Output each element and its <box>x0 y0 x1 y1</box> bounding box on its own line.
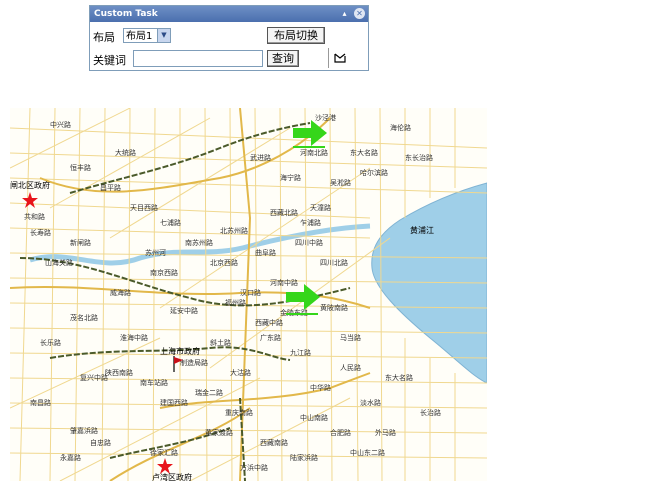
road-label: 复兴中路 <box>80 374 108 382</box>
road-label: 建国西路 <box>160 399 188 407</box>
road-label: 曲阜路 <box>255 249 276 257</box>
keyword-label: 关键词 <box>93 54 126 67</box>
layout-switch-button[interactable]: 布局切换 <box>267 27 325 44</box>
road-label: 人民路 <box>340 364 361 372</box>
road-label: 陕西南路 <box>105 369 133 377</box>
road-label: 长寿路 <box>30 229 51 237</box>
map-view[interactable]: 黄浦江 中兴路 共和路 天目西路 北京西路 南京西路 延安中路 淮海中路 复兴中… <box>10 108 487 481</box>
road-label: 中华路 <box>310 384 331 392</box>
road-label: 黄陂南路 <box>320 304 348 312</box>
place-label: 闸北区政府 <box>10 181 50 190</box>
panel-title: Custom Task <box>94 9 158 19</box>
red-star-icon[interactable] <box>22 192 38 208</box>
mail-icon-container[interactable] <box>328 48 350 68</box>
road-label: 四川北路 <box>320 259 348 267</box>
road-label: 吴淞路 <box>330 179 351 187</box>
road-label: 肇嘉浜路 <box>70 427 98 435</box>
road-label: 合肥路 <box>330 429 351 437</box>
layout-select-value: 布局1 <box>126 31 153 42</box>
search-button[interactable]: 查询 <box>267 50 299 67</box>
road-label: 威海路 <box>110 289 131 297</box>
road-label: 淮海中路 <box>120 334 148 342</box>
road-label: 九江路 <box>290 349 311 357</box>
road-label: 昌平路 <box>100 184 121 192</box>
road-label: 汉口路 <box>240 289 261 297</box>
road-label: 茂名北路 <box>70 314 98 322</box>
road-label: 大沽路 <box>230 369 251 377</box>
road-label: 天目西路 <box>130 204 158 212</box>
road-label: 恒丰路 <box>70 164 91 172</box>
road-label: 共和路 <box>24 213 45 221</box>
road-label: 乍浦路 <box>300 219 321 227</box>
road-label: 海宁路 <box>280 174 301 182</box>
road-label: 大统路 <box>115 149 136 157</box>
layout-select[interactable]: 布局1 ▼ <box>123 28 171 43</box>
road-label: 南车站路 <box>140 379 168 387</box>
keyword-input[interactable] <box>133 50 263 67</box>
panel-header: Custom Task ▴ ✕ <box>90 6 368 22</box>
road-label: 北苏州路 <box>220 227 248 235</box>
mail-icon[interactable] <box>334 53 346 63</box>
road-label: 广东路 <box>260 334 281 342</box>
road-label: 新闸路 <box>70 239 91 247</box>
chevron-down-icon[interactable]: ▼ <box>157 29 170 42</box>
road-label: 武进路 <box>250 154 271 162</box>
road-label: 延安中路 <box>170 307 198 315</box>
road-label: 董家渡路 <box>205 429 233 437</box>
road-label: 长乐路 <box>40 339 61 347</box>
road-label: 四川中路 <box>295 239 323 247</box>
collapse-icon[interactable]: ▴ <box>339 8 350 19</box>
place-label: 上海市政府 <box>160 347 200 356</box>
road-label: 外马路 <box>375 429 396 437</box>
river-label: 黄浦江 <box>410 225 434 235</box>
road-label: 斜土路 <box>210 339 231 347</box>
road-label: 南苏州路 <box>185 239 213 247</box>
road-label: 西藏北路 <box>270 209 298 217</box>
road-label: 马当路 <box>340 334 361 342</box>
road-label: 东大名路 <box>350 149 378 157</box>
road-label: 山海关路 <box>45 259 73 267</box>
road-label: 南昌路 <box>30 399 51 407</box>
road-label: 重庆南路 <box>225 409 253 417</box>
road-label: 福州路 <box>225 299 246 307</box>
road-label: 南京西路 <box>150 269 178 277</box>
layout-label: 布局 <box>93 31 115 44</box>
road-label: 瑞金二路 <box>195 389 223 397</box>
road-label: 七浦路 <box>160 219 181 227</box>
road-label: 天潼路 <box>310 204 331 212</box>
road-label: 西藏南路 <box>260 439 288 447</box>
road-label: 西藏中路 <box>255 319 283 327</box>
custom-task-panel: Custom Task ▴ ✕ 布局 布局1 ▼ 布局切换 关键词 查询 <box>89 5 369 71</box>
road-label: 长治路 <box>420 409 441 417</box>
road-label: 淡水路 <box>360 399 381 407</box>
road-label: 自忠路 <box>90 439 111 447</box>
close-icon[interactable]: ✕ <box>354 8 365 19</box>
road-label: 河南北路 <box>300 149 328 157</box>
red-flag-icon[interactable] <box>172 356 184 372</box>
road-label: 东长治路 <box>405 154 433 162</box>
road-label: 苏州河 <box>145 249 166 257</box>
road-label: 永嘉路 <box>60 454 81 462</box>
road-label: 海伦路 <box>390 124 411 132</box>
road-label: 中山南路 <box>300 414 328 422</box>
road-label: 哈尔滨路 <box>360 169 388 177</box>
green-arrow-icon[interactable] <box>286 282 322 316</box>
road-label: 制造局路 <box>180 359 208 367</box>
road-label: 东大名路 <box>385 374 413 382</box>
road-label: 方浜中路 <box>240 464 268 472</box>
road-label: 中兴路 <box>50 121 71 129</box>
road-label: 中山东二路 <box>350 449 385 457</box>
green-arrow-icon[interactable] <box>293 118 329 148</box>
road-label: 陆家浜路 <box>290 454 318 462</box>
road-label: 北京西路 <box>210 259 238 267</box>
place-label: 卢湾区政府 <box>152 473 192 481</box>
road-label: 徐家汇路 <box>150 449 178 457</box>
